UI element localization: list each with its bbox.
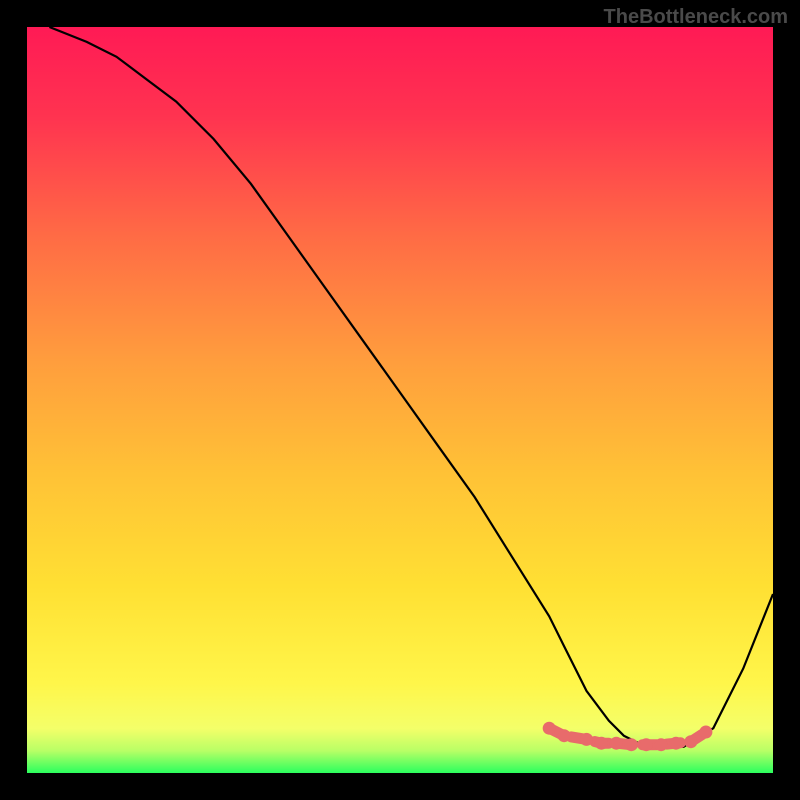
plot-area	[27, 27, 773, 773]
highlight-dot	[625, 738, 638, 751]
highlight-dot	[670, 737, 683, 750]
highlight-dot	[543, 722, 556, 735]
highlight-dot	[655, 738, 668, 751]
gradient-background	[27, 27, 773, 773]
highlight-dot	[558, 729, 571, 742]
chart-container: TheBottleneck.com	[0, 0, 800, 800]
highlight-dot	[610, 737, 623, 750]
chart-svg	[27, 27, 773, 773]
highlight-dot	[699, 726, 712, 739]
watermark-text: TheBottleneck.com	[604, 6, 788, 29]
highlight-dot	[640, 738, 653, 751]
highlight-dot	[595, 737, 608, 750]
highlight-dot	[684, 735, 697, 748]
highlight-dot	[580, 733, 593, 746]
